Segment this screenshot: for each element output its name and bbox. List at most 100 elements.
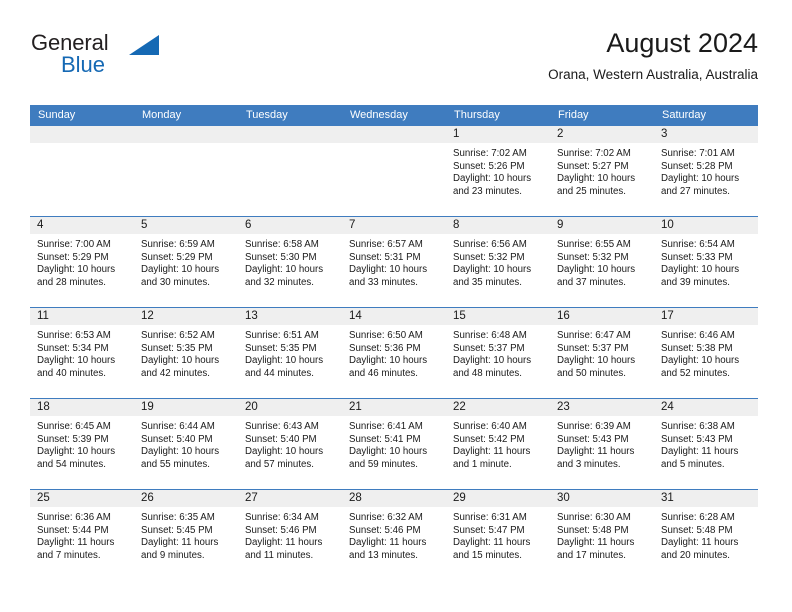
day-cell[interactable]: 26 Sunrise: 6:35 AM Sunset: 5:45 PM Dayl… [134,490,238,580]
day-number: 19 [141,401,154,413]
day-info: Sunrise: 7:00 AM Sunset: 5:29 PM Dayligh… [30,235,134,289]
day-number-band: 25 [30,490,134,508]
day-cell[interactable]: 24 Sunrise: 6:38 AM Sunset: 5:43 PM Dayl… [654,399,758,489]
daylight-text: Daylight: 10 hours and 52 minutes. [661,355,740,379]
sunrise-text: Sunrise: 6:28 AM [661,512,735,523]
day-number-band: 13 [238,308,342,326]
day-cell[interactable] [134,126,238,216]
day-info: Sunrise: 7:02 AM Sunset: 5:27 PM Dayligh… [550,144,654,198]
day-cell[interactable]: 23 Sunrise: 6:39 AM Sunset: 5:43 PM Dayl… [550,399,654,489]
day-info: Sunrise: 6:31 AM Sunset: 5:47 PM Dayligh… [446,508,550,562]
weekday-header-friday: Friday [558,109,589,121]
sunset-text: Sunset: 5:35 PM [245,342,317,354]
day-info: Sunrise: 6:55 AM Sunset: 5:32 PM Dayligh… [550,235,654,289]
day-info: Sunrise: 6:50 AM Sunset: 5:36 PM Dayligh… [342,326,446,380]
sunset-text: Sunset: 5:42 PM [453,433,525,445]
day-cell[interactable]: 7 Sunrise: 6:57 AM Sunset: 5:31 PM Dayli… [342,217,446,307]
day-cell[interactable] [342,126,446,216]
weekday-header-saturday: Saturday [662,109,707,121]
day-cell[interactable]: 6 Sunrise: 6:58 AM Sunset: 5:30 PM Dayli… [238,217,342,307]
day-cell[interactable]: 14 Sunrise: 6:50 AM Sunset: 5:36 PM Dayl… [342,308,446,398]
day-cell[interactable]: 15 Sunrise: 6:48 AM Sunset: 5:37 PM Dayl… [446,308,550,398]
sunrise-text: Sunrise: 6:54 AM [661,239,735,250]
day-cell[interactable]: 27 Sunrise: 6:34 AM Sunset: 5:46 PM Dayl… [238,490,342,580]
day-cell[interactable]: 4 Sunrise: 7:00 AM Sunset: 5:29 PM Dayli… [30,217,134,307]
day-cell[interactable]: 20 Sunrise: 6:43 AM Sunset: 5:40 PM Dayl… [238,399,342,489]
day-number: 20 [245,401,258,413]
day-cell[interactable]: 11 Sunrise: 6:53 AM Sunset: 5:34 PM Dayl… [30,308,134,398]
day-cell[interactable]: 8 Sunrise: 6:56 AM Sunset: 5:32 PM Dayli… [446,217,550,307]
sunset-text: Sunset: 5:33 PM [661,251,733,263]
day-cell[interactable]: 16 Sunrise: 6:47 AM Sunset: 5:37 PM Dayl… [550,308,654,398]
daylight-text: Daylight: 10 hours and 39 minutes. [661,264,740,288]
day-number: 17 [661,310,674,322]
daylight-text: Daylight: 10 hours and 23 minutes. [453,173,532,197]
daylight-text: Daylight: 11 hours and 3 minutes. [557,446,635,470]
brand-logo[interactable]: General Blue [30,28,270,86]
day-number: 16 [557,310,570,322]
day-cell[interactable]: 17 Sunrise: 6:46 AM Sunset: 5:38 PM Dayl… [654,308,758,398]
day-info: Sunrise: 6:38 AM Sunset: 5:43 PM Dayligh… [654,417,758,471]
day-cell[interactable]: 2 Sunrise: 7:02 AM Sunset: 5:27 PM Dayli… [550,126,654,216]
day-number: 9 [557,219,564,231]
day-cell[interactable]: 31 Sunrise: 6:28 AM Sunset: 5:48 PM Dayl… [654,490,758,580]
sunrise-text: Sunrise: 6:38 AM [661,421,735,432]
daylight-text: Daylight: 10 hours and 59 minutes. [349,446,428,470]
day-number: 2 [557,128,564,140]
day-cell[interactable]: 1 Sunrise: 7:02 AM Sunset: 5:26 PM Dayli… [446,126,550,216]
calendar-grid: Sunday Monday Tuesday Wednesday Thursday… [30,105,758,580]
daylight-text: Daylight: 10 hours and 44 minutes. [245,355,324,379]
sunset-text: Sunset: 5:47 PM [453,524,525,536]
day-cell[interactable] [238,126,342,216]
day-number-band: 4 [30,217,134,235]
day-number-band: 10 [654,217,758,235]
day-info: Sunrise: 6:36 AM Sunset: 5:44 PM Dayligh… [30,508,134,562]
day-number-band [134,126,238,144]
sunrise-text: Sunrise: 6:57 AM [349,239,423,250]
day-cell[interactable]: 5 Sunrise: 6:59 AM Sunset: 5:29 PM Dayli… [134,217,238,307]
daylight-text: Daylight: 11 hours and 11 minutes. [245,537,323,561]
day-number: 30 [557,492,570,504]
day-number: 1 [453,128,460,140]
day-number-band [342,126,446,144]
day-number-band: 1 [446,126,550,144]
week-row: 11 Sunrise: 6:53 AM Sunset: 5:34 PM Dayl… [30,307,758,398]
weekday-header-row: Sunday Monday Tuesday Wednesday Thursday… [30,105,758,125]
daylight-text: Daylight: 10 hours and 40 minutes. [37,355,116,379]
day-cell[interactable]: 29 Sunrise: 6:31 AM Sunset: 5:47 PM Dayl… [446,490,550,580]
day-number-band: 15 [446,308,550,326]
page-header: General Blue August 2024 Orana, Western … [30,28,758,90]
day-cell[interactable]: 18 Sunrise: 6:45 AM Sunset: 5:39 PM Dayl… [30,399,134,489]
day-cell[interactable]: 12 Sunrise: 6:52 AM Sunset: 5:35 PM Dayl… [134,308,238,398]
sunrise-text: Sunrise: 7:00 AM [37,239,111,250]
day-number-band: 21 [342,399,446,417]
day-cell[interactable]: 28 Sunrise: 6:32 AM Sunset: 5:46 PM Dayl… [342,490,446,580]
daylight-text: Daylight: 10 hours and 50 minutes. [557,355,636,379]
weekday-header-wednesday: Wednesday [350,109,408,121]
daylight-text: Daylight: 10 hours and 48 minutes. [453,355,532,379]
sunset-text: Sunset: 5:28 PM [661,160,733,172]
day-number: 15 [453,310,466,322]
sunrise-text: Sunrise: 7:01 AM [661,148,735,159]
day-info: Sunrise: 6:46 AM Sunset: 5:38 PM Dayligh… [654,326,758,380]
day-cell[interactable] [30,126,134,216]
day-cell[interactable]: 30 Sunrise: 6:30 AM Sunset: 5:48 PM Dayl… [550,490,654,580]
week-row: 18 Sunrise: 6:45 AM Sunset: 5:39 PM Dayl… [30,398,758,489]
day-info: Sunrise: 7:02 AM Sunset: 5:26 PM Dayligh… [446,144,550,198]
day-number-band: 19 [134,399,238,417]
day-cell[interactable]: 3 Sunrise: 7:01 AM Sunset: 5:28 PM Dayli… [654,126,758,216]
day-cell[interactable]: 25 Sunrise: 6:36 AM Sunset: 5:44 PM Dayl… [30,490,134,580]
daylight-text: Daylight: 11 hours and 5 minutes. [661,446,739,470]
day-info: Sunrise: 7:01 AM Sunset: 5:28 PM Dayligh… [654,144,758,198]
day-cell[interactable]: 13 Sunrise: 6:51 AM Sunset: 5:35 PM Dayl… [238,308,342,398]
day-cell[interactable]: 21 Sunrise: 6:41 AM Sunset: 5:41 PM Dayl… [342,399,446,489]
day-cell[interactable]: 22 Sunrise: 6:40 AM Sunset: 5:42 PM Dayl… [446,399,550,489]
daylight-text: Daylight: 10 hours and 32 minutes. [245,264,324,288]
sunset-text: Sunset: 5:27 PM [557,160,629,172]
day-cell[interactable]: 10 Sunrise: 6:54 AM Sunset: 5:33 PM Dayl… [654,217,758,307]
day-cell[interactable]: 19 Sunrise: 6:44 AM Sunset: 5:40 PM Dayl… [134,399,238,489]
day-cell[interactable]: 9 Sunrise: 6:55 AM Sunset: 5:32 PM Dayli… [550,217,654,307]
sunset-text: Sunset: 5:44 PM [37,524,109,536]
daylight-text: Daylight: 10 hours and 25 minutes. [557,173,636,197]
daylight-text: Daylight: 11 hours and 1 minute. [453,446,531,470]
